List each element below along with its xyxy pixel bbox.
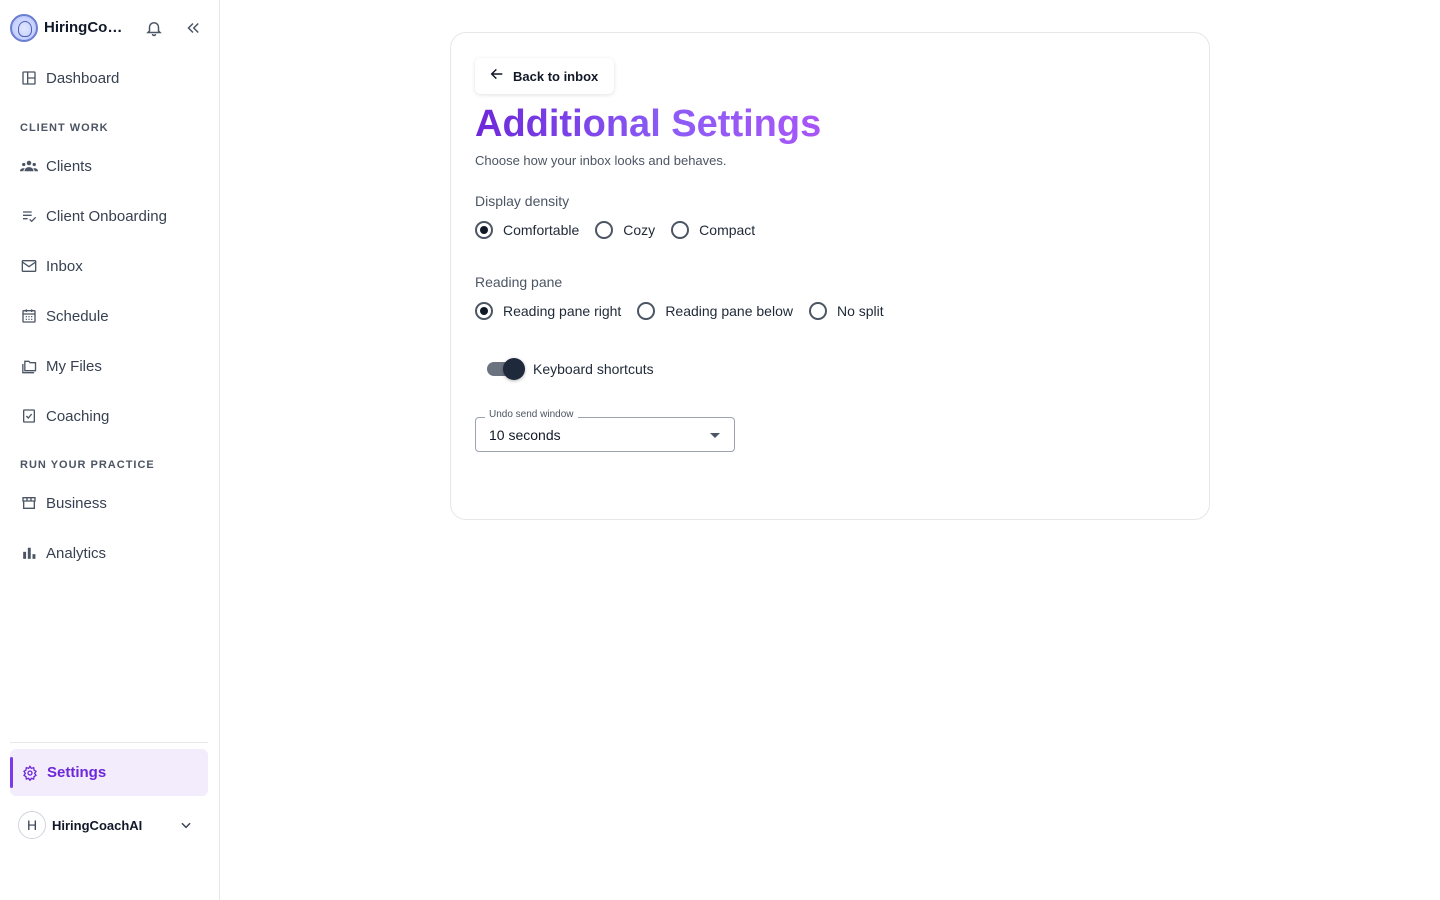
- sidebar-item-label: Inbox: [46, 257, 83, 275]
- section-label-run-practice: RUN YOUR PRACTICE: [20, 459, 155, 471]
- display-density-label: Display density: [475, 193, 570, 209]
- radio-label: No split: [836, 303, 884, 319]
- gear-icon: [21, 764, 39, 782]
- sidebar-item-dashboard[interactable]: Dashboard: [10, 58, 208, 98]
- sidebar-item-label: My Files: [46, 357, 102, 375]
- bar-chart-icon: [20, 544, 38, 562]
- radio-circle[interactable]: [595, 221, 614, 239]
- sidebar-item-coaching[interactable]: Coaching: [10, 396, 208, 436]
- radio-label: Compact: [699, 222, 756, 238]
- radio-reading-pane-below[interactable]: Reading pane below: [637, 302, 793, 320]
- radio-label: Cozy: [623, 222, 656, 238]
- user-name: HiringCoachAI: [52, 817, 143, 833]
- sidebar-item-business[interactable]: Business: [10, 483, 208, 523]
- chevron-down-icon[interactable]: [174, 813, 198, 837]
- radio-label: Comfortable: [503, 222, 580, 238]
- radio-comfortable[interactable]: Comfortable: [475, 221, 579, 239]
- radio-cozy[interactable]: Cozy: [595, 221, 655, 239]
- brand-logo[interactable]: [10, 14, 38, 42]
- dropdown-arrow-icon: [710, 433, 720, 438]
- sidebar: HiringCoachAI Dashboard CLIENT WORK Clie…: [0, 0, 220, 900]
- display-density-options: Comfortable Cozy Compact: [475, 218, 771, 242]
- select-label: Undo send window: [485, 409, 578, 420]
- storefront-icon: [20, 494, 38, 512]
- radio-circle[interactable]: [475, 221, 493, 239]
- sidebar-item-label: Client Onboarding: [46, 207, 167, 225]
- mail-icon: [20, 257, 38, 275]
- sidebar-item-label: Analytics: [46, 544, 107, 562]
- sidebar-divider: [10, 742, 208, 743]
- sidebar-item-settings[interactable]: Settings: [10, 749, 208, 796]
- people-icon: [20, 157, 38, 175]
- radio-reading-pane-right[interactable]: Reading pane right: [475, 302, 621, 320]
- radio-circle[interactable]: [475, 302, 493, 320]
- radio-circle[interactable]: [808, 302, 827, 320]
- folder-icon: [20, 357, 38, 375]
- brand-header: HiringCoachAI: [0, 0, 220, 56]
- sidebar-item-label: Coaching: [46, 407, 110, 425]
- back-to-inbox-button[interactable]: Back to inbox: [475, 58, 615, 94]
- toggle-track[interactable]: [487, 358, 525, 380]
- user-menu[interactable]: H HiringCoachAI: [10, 808, 208, 842]
- calendar-icon: [20, 307, 38, 325]
- settings-card: Back to inbox Additional Settings Choose…: [450, 32, 1210, 520]
- brand-name[interactable]: HiringCoachAI: [44, 19, 130, 36]
- undo-send-select[interactable]: Undo send window 10 seconds: [475, 409, 735, 452]
- page-subtitle: Choose how your inbox looks and behaves.: [475, 153, 727, 168]
- reading-pane-label: Reading pane: [475, 274, 563, 290]
- sidebar-item-label: Settings: [47, 764, 107, 781]
- clipboard-check-icon: [20, 407, 38, 425]
- toggle-thumb[interactable]: [503, 358, 525, 380]
- radio-compact[interactable]: Compact: [671, 221, 755, 239]
- sidebar-item-clients[interactable]: Clients: [10, 146, 208, 186]
- back-button-label: Back to inbox: [513, 68, 599, 84]
- sidebar-item-my-files[interactable]: My Files: [10, 346, 208, 386]
- keyboard-shortcuts-toggle[interactable]: Keyboard shortcuts: [487, 358, 654, 380]
- radio-circle[interactable]: [671, 221, 690, 239]
- page-title: Additional Settings: [475, 103, 822, 145]
- arrow-left-icon: [489, 66, 505, 87]
- sidebar-item-label: Clients: [46, 157, 92, 175]
- sidebar-item-analytics[interactable]: Analytics: [10, 533, 208, 573]
- sidebar-item-inbox[interactable]: Inbox: [10, 246, 208, 286]
- sidebar-item-label: Schedule: [46, 307, 109, 325]
- bell-icon[interactable]: [142, 16, 166, 40]
- select-value: 10 seconds: [489, 427, 561, 443]
- sidebar-item-label: Dashboard: [46, 69, 120, 87]
- dashboard-icon: [20, 69, 38, 87]
- radio-label: Reading pane below: [665, 303, 793, 319]
- collapse-sidebar-icon[interactable]: [181, 16, 205, 40]
- sidebar-item-label: Business: [46, 494, 107, 512]
- radio-no-split[interactable]: No split: [808, 302, 884, 320]
- avatar: H: [18, 811, 46, 839]
- section-label-client-work: CLIENT WORK: [20, 122, 109, 134]
- toggle-label: Keyboard shortcuts: [533, 361, 654, 377]
- checklist-icon: [20, 207, 38, 225]
- radio-label: Reading pane right: [503, 303, 622, 319]
- sidebar-item-client-onboarding[interactable]: Client Onboarding: [10, 196, 208, 236]
- reading-pane-options: Reading pane right Reading pane below No…: [475, 299, 900, 323]
- sidebar-item-schedule[interactable]: Schedule: [10, 296, 208, 336]
- radio-circle[interactable]: [637, 302, 656, 320]
